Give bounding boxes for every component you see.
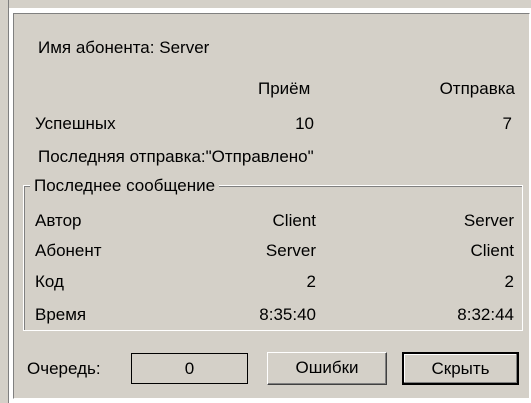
window-left-edge (0, 0, 9, 403)
code-receive: 2 (306, 272, 316, 291)
send-header: Отправка (439, 79, 515, 98)
author-label: Автор (35, 211, 82, 230)
last-send-label: Последняя отправка: (38, 147, 206, 166)
errors-button[interactable]: Ошибки (267, 352, 387, 385)
successful-send: 7 (502, 114, 512, 133)
time-receive: 8:35:40 (259, 305, 316, 324)
hide-button[interactable]: Скрыть (402, 352, 519, 385)
queue-label: Очередь: (27, 359, 101, 378)
subscriber-row-send: Client (470, 241, 514, 260)
time-label: Время (35, 305, 87, 324)
last-send-line: Последняя отправка:"Отправлено" (38, 147, 314, 167)
last-message-title: Последнее сообщение (30, 176, 220, 196)
subscriber-row-receive: Server (265, 241, 316, 260)
last-send-value: "Отправлено" (205, 147, 314, 166)
receive-header: Приём (258, 79, 311, 98)
successful-receive: 10 (295, 114, 314, 133)
successful-label: Успешных (35, 114, 116, 133)
subscriber-label: Имя абонента: (38, 38, 155, 57)
window: Имя абонента: Server Приём Отправка Успе… (0, 0, 531, 403)
subscriber-row-label: Абонент (35, 241, 102, 260)
window-top-edge (9, 0, 531, 8)
author-send: Server (463, 211, 514, 230)
subscriber-line: Имя абонента: Server (38, 38, 209, 58)
code-label: Код (35, 272, 64, 291)
queue-field[interactable]: 0 (131, 353, 248, 384)
author-receive: Client (272, 211, 316, 230)
code-send: 2 (504, 272, 514, 291)
subscriber-value: Server (159, 38, 210, 57)
time-send: 8:32:44 (457, 305, 514, 324)
